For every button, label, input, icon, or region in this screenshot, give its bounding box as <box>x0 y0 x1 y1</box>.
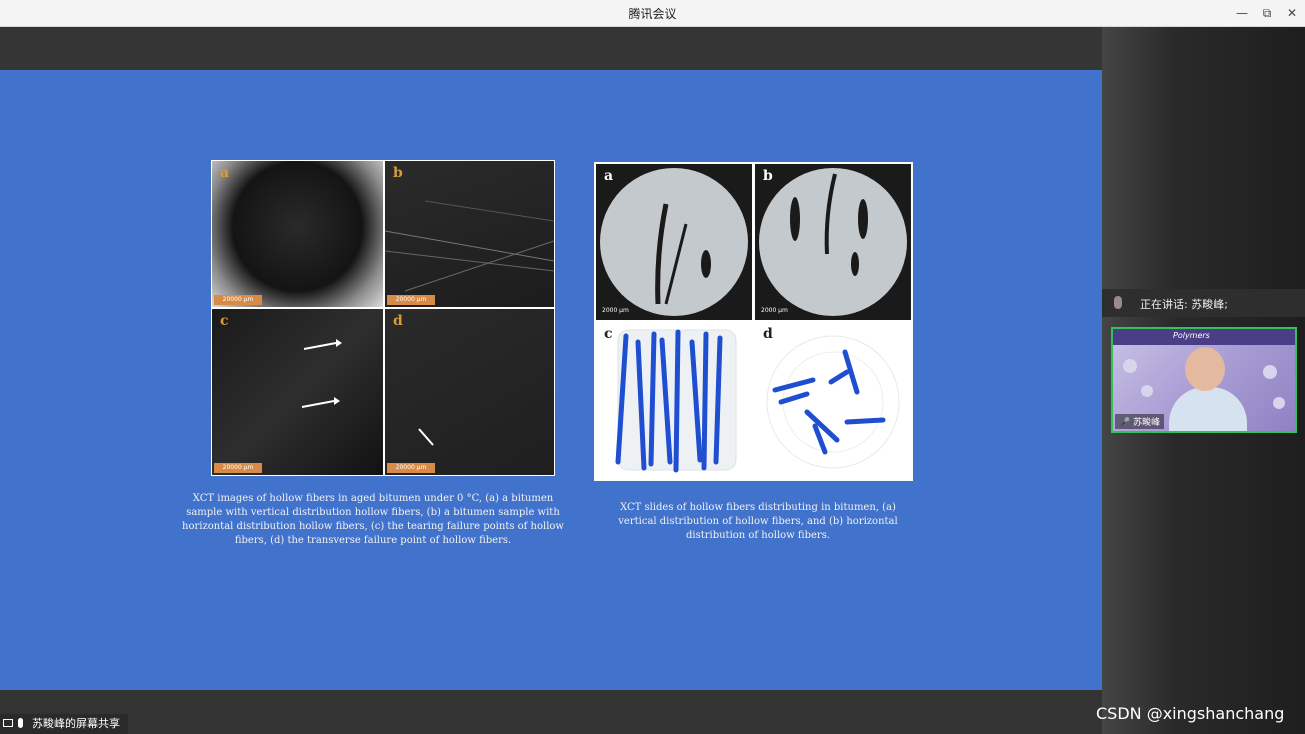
left-panel-a-scalebar: 20000 μm <box>214 295 262 305</box>
left-panel-c: c 20000 μm <box>212 309 383 475</box>
right-panel-a-slice <box>600 168 748 316</box>
right-figure: a 2000 μm b 2000 μm c d <box>594 162 913 481</box>
left-panel-c-arrows <box>301 339 342 408</box>
left-panel-b-label: b <box>393 165 403 181</box>
speaking-indicator: 正在讲话: 苏畯峰; <box>1102 289 1305 317</box>
left-panel-d-scalebar: 20000 μm <box>387 463 435 473</box>
screen-share-label[interactable]: 苏畯峰的屏幕共享 <box>0 714 128 734</box>
left-panel-b-fibers <box>385 200 554 292</box>
right-panel-a-label: a <box>604 168 614 184</box>
left-panel-d-arrow <box>418 428 434 446</box>
minimize-icon[interactable]: — <box>1232 3 1252 23</box>
left-panel-a: a 20000 μm <box>212 161 383 307</box>
left-panel-c-label: c <box>220 313 229 329</box>
share-top-bar <box>0 27 1102 70</box>
microphone-icon <box>18 718 23 728</box>
right-panel-b-slice <box>759 168 907 316</box>
right-panel-a: a 2000 μm <box>596 164 752 320</box>
molecule-icon <box>1123 359 1137 373</box>
participant-head <box>1185 347 1225 391</box>
participant-name: 苏畯峰 <box>1133 418 1161 428</box>
right-panel-b-label: b <box>763 168 773 184</box>
right-panel-c-label: c <box>604 326 613 342</box>
screen-share-icon <box>3 719 13 727</box>
window-title: 腾讯会议 <box>628 7 677 21</box>
right-panel-a-scalebar: 2000 μm <box>602 307 629 314</box>
share-bottom-bar <box>0 690 1102 734</box>
watermark: CSDN @xingshanchang <box>1096 704 1285 723</box>
speaker-avatar-icon <box>1114 296 1122 309</box>
left-figure-caption: XCT images of hollow fibers in aged bitu… <box>182 493 564 546</box>
right-panel-b: b 2000 μm <box>755 164 911 320</box>
molecule-icon <box>1141 385 1153 397</box>
right-panel-b-scalebar: 2000 μm <box>761 307 788 314</box>
right-figure-caption: XCT slides of hollow fibers distributing… <box>618 502 898 541</box>
restore-icon[interactable]: ⧉ <box>1257 3 1277 23</box>
left-panel-b-scalebar: 20000 μm <box>387 295 435 305</box>
speaking-text: 正在讲话: 苏畯峰; <box>1140 298 1228 311</box>
left-panel-d: d 20000 μm <box>385 309 554 475</box>
molecule-icon <box>1273 397 1285 409</box>
close-icon[interactable]: ✕ <box>1282 3 1302 23</box>
left-figure: a 20000 μm b 20000 μm c 20000 μm d 20000… <box>211 160 555 476</box>
right-panel-d: d <box>755 322 911 479</box>
right-panel-c-3d <box>615 329 737 473</box>
left-panel-d-label: d <box>393 313 403 329</box>
participant-shirt <box>1169 387 1247 431</box>
left-panel-c-scalebar: 20000 μm <box>214 463 262 473</box>
screen-share-text: 苏畯峰的屏幕共享 <box>32 717 120 730</box>
right-panel-d-label: d <box>763 326 773 342</box>
left-panel-a-label: a <box>220 165 230 181</box>
left-panel-b: b 20000 μm <box>385 161 554 307</box>
shared-slide: a 20000 μm b 20000 μm c 20000 μm d 20000… <box>0 70 1102 690</box>
video-slide-title: Polymers <box>1173 331 1210 340</box>
participant-name-badge: 🎤 苏畯峰 <box>1115 414 1165 429</box>
right-panel-d-3d <box>766 335 900 469</box>
right-panel-c: c <box>596 322 752 479</box>
molecule-icon <box>1263 365 1277 379</box>
window-titlebar: 腾讯会议 — ⧉ ✕ <box>0 0 1305 27</box>
participant-video[interactable]: Polymers 🎤 苏畯峰 <box>1111 327 1297 433</box>
